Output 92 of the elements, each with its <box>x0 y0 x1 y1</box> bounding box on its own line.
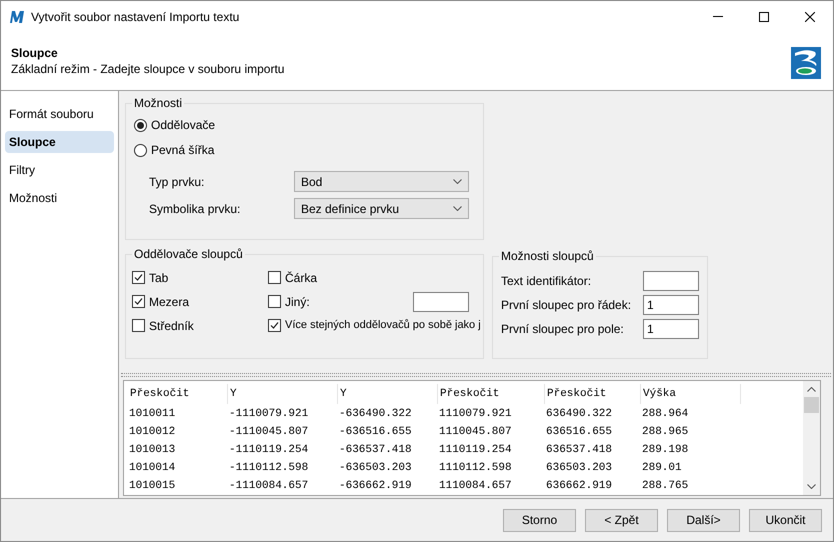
table-cell-text: -636503.203 <box>338 460 413 476</box>
table-cell-text: 1110119.254 <box>438 442 513 458</box>
table-cell-text: -1110079.921 <box>228 406 310 422</box>
sidebar-item[interactable]: Filtry <box>5 159 114 181</box>
table-cell-text: 1010012 <box>128 424 176 440</box>
checkbox-label: Jiný: <box>285 294 310 310</box>
table-cell-text: 636490.322 <box>545 406 614 422</box>
table-cell-text: 636503.203 <box>545 460 614 476</box>
window-title: Vytvořit soubor nastavení Importu textu <box>31 8 240 26</box>
table-cell-text: 636537.418 <box>545 442 614 458</box>
table-cell-text: 1110079.921 <box>438 406 513 422</box>
table-cell-text: -636516.655 <box>338 424 413 440</box>
table-cell-text: 289.01 <box>641 460 683 476</box>
scrollbar-thumb[interactable] <box>804 397 819 413</box>
input-field[interactable]: 1 <box>643 319 699 339</box>
table-cell-text: 636662.919 <box>545 478 614 494</box>
check-icon <box>270 321 279 330</box>
close-icon <box>805 12 815 22</box>
chevron-down-icon <box>807 484 816 489</box>
input-field[interactable] <box>413 292 469 312</box>
app-logo-icon <box>9 10 25 24</box>
sidebar-item[interactable]: Formát souboru <box>5 103 114 125</box>
field-label: První sloupec pro pole: <box>501 321 625 338</box>
field-label: Text identifikátor: <box>501 273 592 290</box>
radio-button[interactable] <box>134 118 147 132</box>
sidebar-item[interactable]: Sloupce <box>5 131 114 153</box>
dialog-button[interactable]: Další> <box>667 508 740 532</box>
input-field[interactable] <box>643 271 699 291</box>
dropdown-label: Symbolika prvku: <box>149 200 242 218</box>
checkbox-label: Středník <box>149 318 194 334</box>
checkbox[interactable] <box>132 271 145 284</box>
column-header[interactable]: Přeskočit <box>545 384 641 404</box>
chevron-up-icon <box>807 387 816 392</box>
checkbox-label: Čárka <box>285 270 318 286</box>
radio-button[interactable] <box>134 144 147 156</box>
checkbox[interactable] <box>268 295 281 308</box>
checkbox[interactable] <box>268 319 281 332</box>
table-cell-text: 288.964 <box>641 406 690 422</box>
chevron-down-icon <box>453 206 462 211</box>
table-cell-text: 1010011 <box>128 406 176 422</box>
table-cell-text: 636516.655 <box>545 424 614 440</box>
page-title: Sloupce <box>11 46 59 61</box>
dropdown-label: Typ prvku: <box>149 174 206 190</box>
table-cell-text: 288.765 <box>641 478 690 494</box>
check-icon <box>134 297 143 306</box>
field-label: První sloupec pro řádek: <box>501 297 632 314</box>
table-cell-text: -1110045.807 <box>228 424 310 440</box>
checkbox-label: Tab <box>149 270 168 286</box>
maximize-icon <box>759 12 769 22</box>
table-cell-text: -1110084.657 <box>228 478 310 494</box>
dialog-button[interactable]: < Zpět <box>585 508 658 532</box>
column-header[interactable]: Výška <box>641 384 741 404</box>
radio-label: Pevná šířka <box>151 142 214 159</box>
minimize-icon <box>713 16 723 17</box>
page-subtitle: Základní režim - Zadejte sloupce v souboru importu <box>11 61 284 77</box>
table-cell-text: 1110084.657 <box>438 478 513 494</box>
group-title: Možnosti <box>132 96 184 110</box>
checkbox[interactable] <box>132 295 145 308</box>
table-cell-text: 1110045.807 <box>438 424 513 440</box>
checkbox-label: Více stejných oddělovačů po sobě jako j <box>285 318 481 334</box>
table-cell-text: 1010014 <box>128 460 176 476</box>
dialog-button[interactable]: Storno <box>503 508 576 532</box>
column-header[interactable]: Přeskočit <box>438 384 545 404</box>
radio-label: Oddělovače <box>151 117 216 134</box>
logo-icon <box>791 47 821 79</box>
column-header[interactable]: Přeskočit <box>128 384 228 404</box>
group-title: Oddělovače sloupců <box>132 247 245 261</box>
sidebar-item[interactable]: Možnosti <box>5 187 114 209</box>
chevron-down-icon <box>453 179 462 184</box>
table-cell-text: 289.198 <box>641 442 690 458</box>
check-icon <box>134 273 143 282</box>
checkbox-label: Mezera <box>149 294 190 310</box>
checkbox[interactable] <box>268 271 281 284</box>
column-header[interactable]: Y <box>338 384 438 404</box>
table-cell-text: 1010013 <box>128 442 176 458</box>
column-header[interactable]: Y <box>228 384 338 404</box>
dropdown[interactable]: Bez definice prvku <box>294 198 469 219</box>
table-cell-text: 1110112.598 <box>438 460 513 476</box>
dropdown[interactable]: Bod <box>294 171 469 192</box>
checkbox[interactable] <box>132 319 145 332</box>
input-field[interactable]: 1 <box>643 295 699 315</box>
table-cell-text: -1110112.598 <box>228 460 310 476</box>
scrollbar[interactable] <box>803 381 820 495</box>
table-cell-text: -636490.322 <box>338 406 413 422</box>
dialog-button[interactable]: Ukončit <box>749 508 822 532</box>
table-cell-text: 288.965 <box>641 424 690 440</box>
table-cell-text: -1110119.254 <box>228 442 310 458</box>
group-title: Možnosti sloupců <box>499 249 596 263</box>
table-cell-text: 1010015 <box>128 478 176 494</box>
table-cell-text: -636662.919 <box>338 478 413 494</box>
splitter[interactable] <box>121 373 831 377</box>
table-cell-text: -636537.418 <box>338 442 413 458</box>
